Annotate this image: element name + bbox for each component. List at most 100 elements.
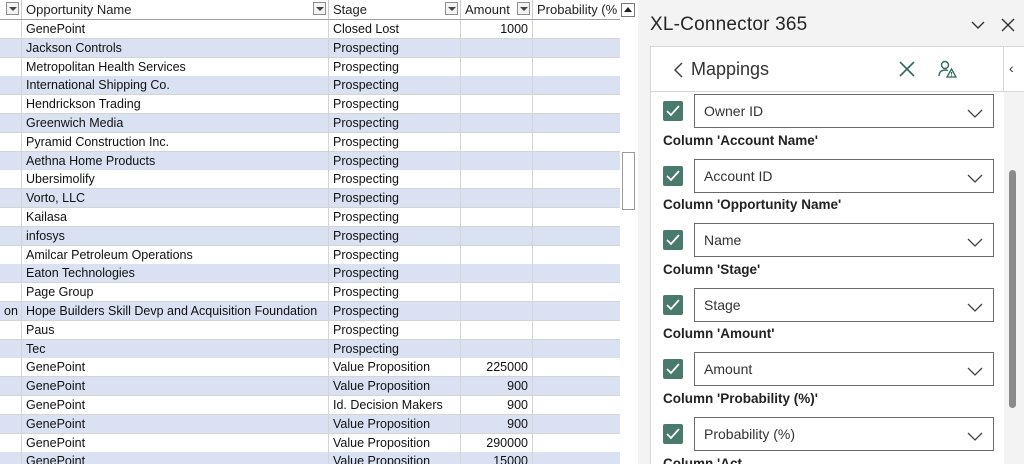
cell-probability[interactable] (533, 95, 621, 115)
cell-amount[interactable] (461, 132, 533, 152)
user-warning-icon[interactable] (937, 59, 957, 79)
cell-probability[interactable] (533, 132, 621, 152)
cell-stage[interactable]: Value Proposition (329, 377, 461, 397)
pane-scroll-thumb[interactable] (1009, 170, 1016, 408)
back-arrow-icon[interactable] (671, 61, 685, 79)
cell-stage[interactable]: Prospecting (329, 226, 461, 246)
cell-probability[interactable] (533, 264, 621, 284)
cell-probability[interactable] (533, 38, 621, 58)
mapping-checkbox[interactable] (663, 424, 683, 444)
cell-opportunity-name[interactable]: Jackson Controls (22, 38, 329, 58)
sheet-vertical-scrollbar[interactable] (620, 0, 638, 464)
table-row[interactable]: Amilcar Petroleum Operations Prospecting (0, 245, 621, 265)
table-row[interactable]: GenePoint Value Proposition 900 (0, 414, 621, 434)
cell-probability[interactable] (533, 245, 621, 265)
collapse-pane-button[interactable]: ‹ (1004, 46, 1024, 92)
cell-a[interactable] (0, 358, 22, 378)
table-row[interactable]: International Shipping Co. Prospecting (0, 76, 621, 96)
cell-a[interactable] (0, 114, 22, 133)
cell-amount[interactable] (461, 302, 533, 321)
cell-opportunity-name[interactable]: GenePoint (22, 377, 329, 397)
cell-a[interactable] (0, 433, 22, 453)
cell-stage[interactable]: Prospecting (329, 76, 461, 96)
table-row[interactable]: Tec Prospecting (0, 339, 621, 359)
field-select[interactable]: Amount (694, 352, 994, 387)
mappings-list[interactable]: Column 'Act Owner ID Column 'Account Name… (650, 92, 1004, 464)
close-icon[interactable] (1000, 17, 1016, 33)
cell-amount[interactable]: 1000 (461, 20, 533, 39)
table-row[interactable]: Greenwich Media Prospecting (0, 114, 621, 133)
table-row[interactable]: GenePoint Closed Lost 1000 (0, 20, 621, 39)
header-stage[interactable]: Stage (329, 0, 461, 19)
cell-a[interactable] (0, 151, 22, 171)
header-amount[interactable]: Amount (461, 0, 533, 19)
cell-probability[interactable] (533, 57, 621, 77)
cell-a[interactable] (0, 20, 22, 39)
table-row[interactable]: Paus Prospecting (0, 320, 621, 340)
cell-stage[interactable]: Value Proposition (329, 414, 461, 434)
table-row[interactable]: Kailasa Prospecting (0, 208, 621, 227)
cell-a[interactable] (0, 245, 22, 265)
cell-probability[interactable] (533, 452, 621, 464)
table-row[interactable]: Eaton Technologies Prospecting (0, 264, 621, 284)
cell-stage[interactable]: Prospecting (329, 114, 461, 133)
cell-opportunity-name[interactable]: Amilcar Petroleum Operations (22, 245, 329, 265)
mapping-checkbox[interactable] (663, 294, 683, 315)
cell-amount[interactable] (461, 95, 533, 115)
cell-stage[interactable]: Prospecting (329, 95, 461, 115)
cell-a[interactable]: on (0, 302, 22, 321)
cell-amount[interactable] (461, 339, 533, 359)
header-opportunity-name[interactable]: Opportunity Name (22, 0, 329, 19)
cell-amount[interactable] (461, 151, 533, 171)
cell-opportunity-name[interactable]: GenePoint (22, 396, 329, 415)
table-row[interactable]: infosys Prospecting (0, 226, 621, 246)
cell-amount[interactable] (461, 57, 533, 77)
field-select[interactable]: Account ID (694, 158, 994, 193)
cell-amount[interactable] (461, 283, 533, 303)
table-row[interactable]: Metropolitan Health Services Prospecting (0, 57, 621, 77)
cell-amount[interactable]: 900 (461, 414, 533, 434)
cell-probability[interactable] (533, 226, 621, 246)
cell-stage[interactable]: Prospecting (329, 38, 461, 58)
cell-probability[interactable] (533, 414, 621, 434)
mapping-checkbox[interactable] (663, 165, 683, 186)
cell-amount[interactable] (461, 38, 533, 58)
cell-opportunity-name[interactable]: GenePoint (22, 433, 329, 453)
cell-amount[interactable] (461, 170, 533, 190)
cell-a[interactable] (0, 226, 22, 246)
cell-opportunity-name[interactable]: Hope Builders Skill Devp and Acquisition… (22, 302, 329, 321)
cell-stage[interactable]: Prospecting (329, 151, 461, 171)
cell-opportunity-name[interactable]: GenePoint (22, 452, 329, 464)
cell-stage[interactable]: Prospecting (329, 264, 461, 284)
cell-a[interactable] (0, 396, 22, 415)
cell-opportunity-name[interactable]: Hendrickson Trading (22, 95, 329, 115)
cell-amount[interactable]: 15000 (461, 452, 533, 464)
cell-amount[interactable]: 900 (461, 396, 533, 415)
clear-mappings-icon[interactable] (898, 60, 916, 78)
cell-a[interactable] (0, 208, 22, 227)
cell-a[interactable] (0, 57, 22, 77)
table-row[interactable]: Aethna Home Products Prospecting (0, 151, 621, 171)
table-row[interactable]: Hendrickson Trading Prospecting (0, 95, 621, 115)
table-row[interactable]: Page Group Prospecting (0, 283, 621, 303)
cell-probability[interactable] (533, 208, 621, 227)
mapping-checkbox[interactable] (663, 359, 683, 380)
cell-stage[interactable]: Prospecting (329, 302, 461, 321)
header-cell-a[interactable] (0, 0, 22, 19)
cell-amount[interactable]: 290000 (461, 433, 533, 453)
cell-stage[interactable]: Prospecting (329, 208, 461, 227)
scroll-up-arrow-icon[interactable] (621, 3, 635, 17)
table-row[interactable]: GenePoint Value Proposition 900 (0, 377, 621, 397)
spreadsheet[interactable]: Opportunity Name Stage Amount Probabilit… (0, 0, 621, 464)
mapping-checkbox[interactable] (663, 101, 683, 121)
cell-stage[interactable]: Value Proposition (329, 358, 461, 378)
cell-probability[interactable] (533, 170, 621, 190)
table-row[interactable]: Ubersimolify Prospecting (0, 170, 621, 190)
field-select[interactable]: Owner ID (694, 94, 994, 128)
cell-probability[interactable] (533, 151, 621, 171)
table-row[interactable]: on Hope Builders Skill Devp and Acquisiti… (0, 302, 621, 321)
cell-a[interactable] (0, 452, 22, 464)
cell-a[interactable] (0, 189, 22, 209)
cell-opportunity-name[interactable]: Kailasa (22, 208, 329, 227)
cell-amount[interactable] (461, 114, 533, 133)
